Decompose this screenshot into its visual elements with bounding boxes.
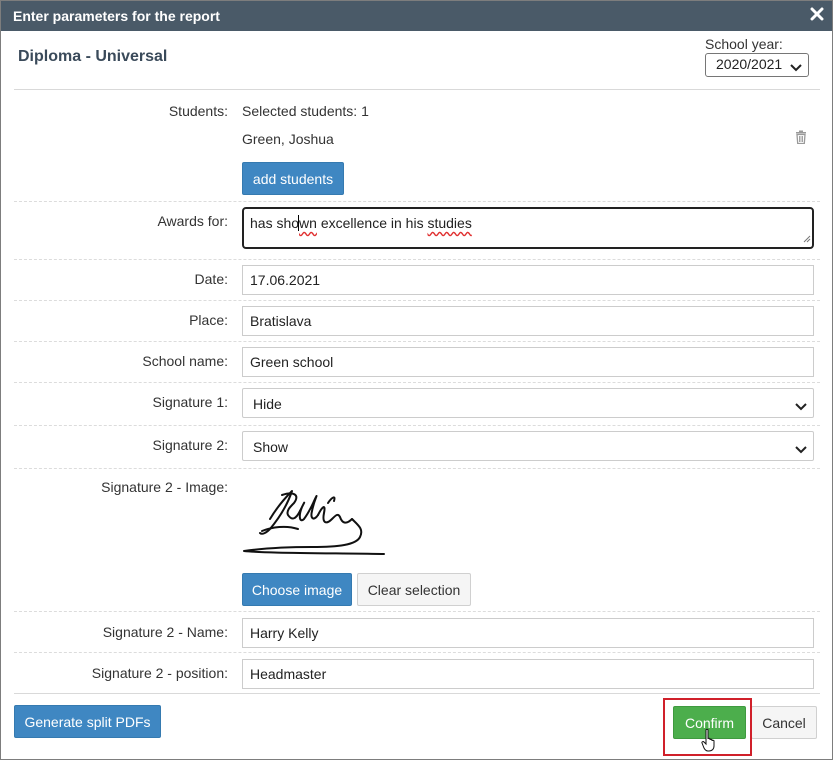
row-divider bbox=[14, 300, 820, 301]
awards-text-1: has sho bbox=[250, 215, 300, 231]
header-divider bbox=[14, 89, 820, 90]
chevron-down-icon bbox=[795, 399, 807, 415]
date-input[interactable]: 17.06.2021 bbox=[242, 265, 814, 295]
chevron-down-icon bbox=[790, 60, 802, 76]
signature1-value: Hide bbox=[253, 396, 282, 412]
signature2-image-label: Signature 2 - Image: bbox=[101, 479, 228, 495]
signature-image bbox=[242, 485, 388, 560]
cancel-button[interactable]: Cancel bbox=[751, 706, 817, 739]
row-divider bbox=[14, 425, 820, 426]
row-divider bbox=[14, 382, 820, 383]
signature1-select[interactable]: Hide bbox=[242, 388, 814, 418]
trash-icon[interactable] bbox=[795, 130, 807, 147]
school-name-label: School name: bbox=[142, 353, 228, 369]
awards-textarea[interactable]: has shown excellence in his studies bbox=[242, 207, 814, 249]
row-divider bbox=[14, 341, 820, 342]
signature2-value: Show bbox=[253, 439, 289, 455]
chevron-down-icon bbox=[795, 442, 807, 458]
signature1-label: Signature 1: bbox=[152, 394, 229, 410]
footer-divider bbox=[14, 693, 820, 694]
report-name: Diploma - Universal bbox=[18, 48, 168, 65]
place-input[interactable]: Bratislava bbox=[242, 306, 814, 336]
add-students-button[interactable]: add students bbox=[242, 162, 344, 195]
signature2-name-input[interactable]: Harry Kelly bbox=[242, 618, 814, 648]
row-divider bbox=[14, 652, 820, 653]
dialog-title: Enter parameters for the report bbox=[13, 8, 220, 24]
row-divider bbox=[14, 468, 820, 469]
dialog-titlebar: Enter parameters for the report bbox=[1, 1, 832, 31]
signature2-select[interactable]: Show bbox=[242, 431, 814, 461]
awards-text-2: wn bbox=[298, 215, 317, 231]
close-icon[interactable] bbox=[810, 7, 824, 21]
report-parameters-dialog: Enter parameters for the report Diploma … bbox=[0, 0, 833, 760]
signature2-label: Signature 2: bbox=[152, 437, 229, 453]
hand-cursor-icon bbox=[701, 728, 717, 755]
signature2-name-label: Signature 2 - Name: bbox=[102, 624, 228, 640]
date-label: Date: bbox=[194, 271, 228, 287]
awards-text-4: studies bbox=[427, 215, 472, 231]
school-year-value: 2020/2021 bbox=[716, 56, 783, 72]
place-label: Place: bbox=[189, 312, 228, 328]
awards-text-3: excellence in his bbox=[316, 215, 428, 231]
row-divider bbox=[14, 611, 820, 612]
students-label: Students: bbox=[168, 103, 228, 119]
resize-handle-icon[interactable] bbox=[802, 230, 811, 246]
row-divider bbox=[14, 201, 820, 202]
clear-selection-button[interactable]: Clear selection bbox=[357, 573, 471, 606]
school-year-select[interactable]: 2020/2021 bbox=[705, 53, 809, 77]
generate-split-pdfs-button[interactable]: Generate split PDFs bbox=[14, 705, 161, 738]
awards-label: Awards for: bbox=[157, 213, 228, 229]
school-year-label: School year: bbox=[705, 36, 783, 52]
choose-image-button[interactable]: Choose image bbox=[242, 573, 352, 606]
row-divider bbox=[14, 259, 820, 260]
signature2-position-label: Signature 2 - position: bbox=[91, 665, 228, 681]
student-item: Green, Joshua bbox=[242, 131, 334, 147]
signature2-position-input[interactable]: Headmaster bbox=[242, 659, 814, 689]
selected-students-count: Selected students: 1 bbox=[242, 103, 369, 119]
school-name-input[interactable]: Green school bbox=[242, 347, 814, 377]
